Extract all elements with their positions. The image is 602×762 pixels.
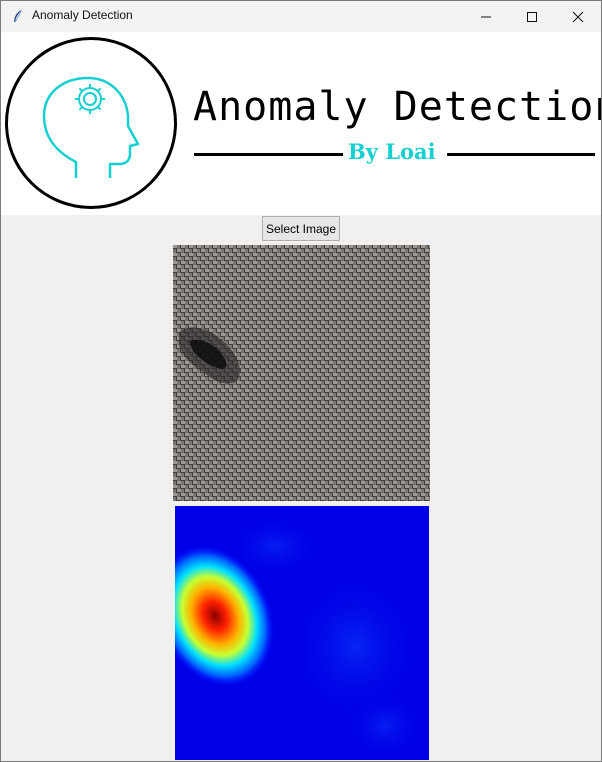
close-button[interactable] — [555, 1, 601, 32]
head-gear-icon — [42, 76, 140, 178]
banner-title: Anomaly Detection — [193, 84, 602, 130]
minimize-icon — [481, 16, 491, 17]
feather-icon — [14, 9, 22, 23]
window-title: Anomaly Detection — [32, 8, 133, 22]
maximize-icon — [527, 11, 537, 22]
app-window: Anomaly Detection Anomaly Detection By L… — [0, 0, 602, 762]
banner-byline: By Loai — [348, 139, 436, 164]
select-image-button[interactable]: Select Image — [262, 216, 340, 241]
anomaly-heatmap-image — [175, 506, 429, 760]
close-icon — [572, 11, 584, 22]
byline-rule-left — [194, 153, 343, 156]
input-image — [173, 245, 430, 501]
minimize-button[interactable] — [463, 1, 509, 32]
maximize-button[interactable] — [509, 1, 555, 32]
title-bar[interactable]: Anomaly Detection — [1, 1, 601, 32]
byline-rule-right — [447, 153, 595, 156]
header-banner: Anomaly Detection By Loai — [1, 32, 601, 215]
